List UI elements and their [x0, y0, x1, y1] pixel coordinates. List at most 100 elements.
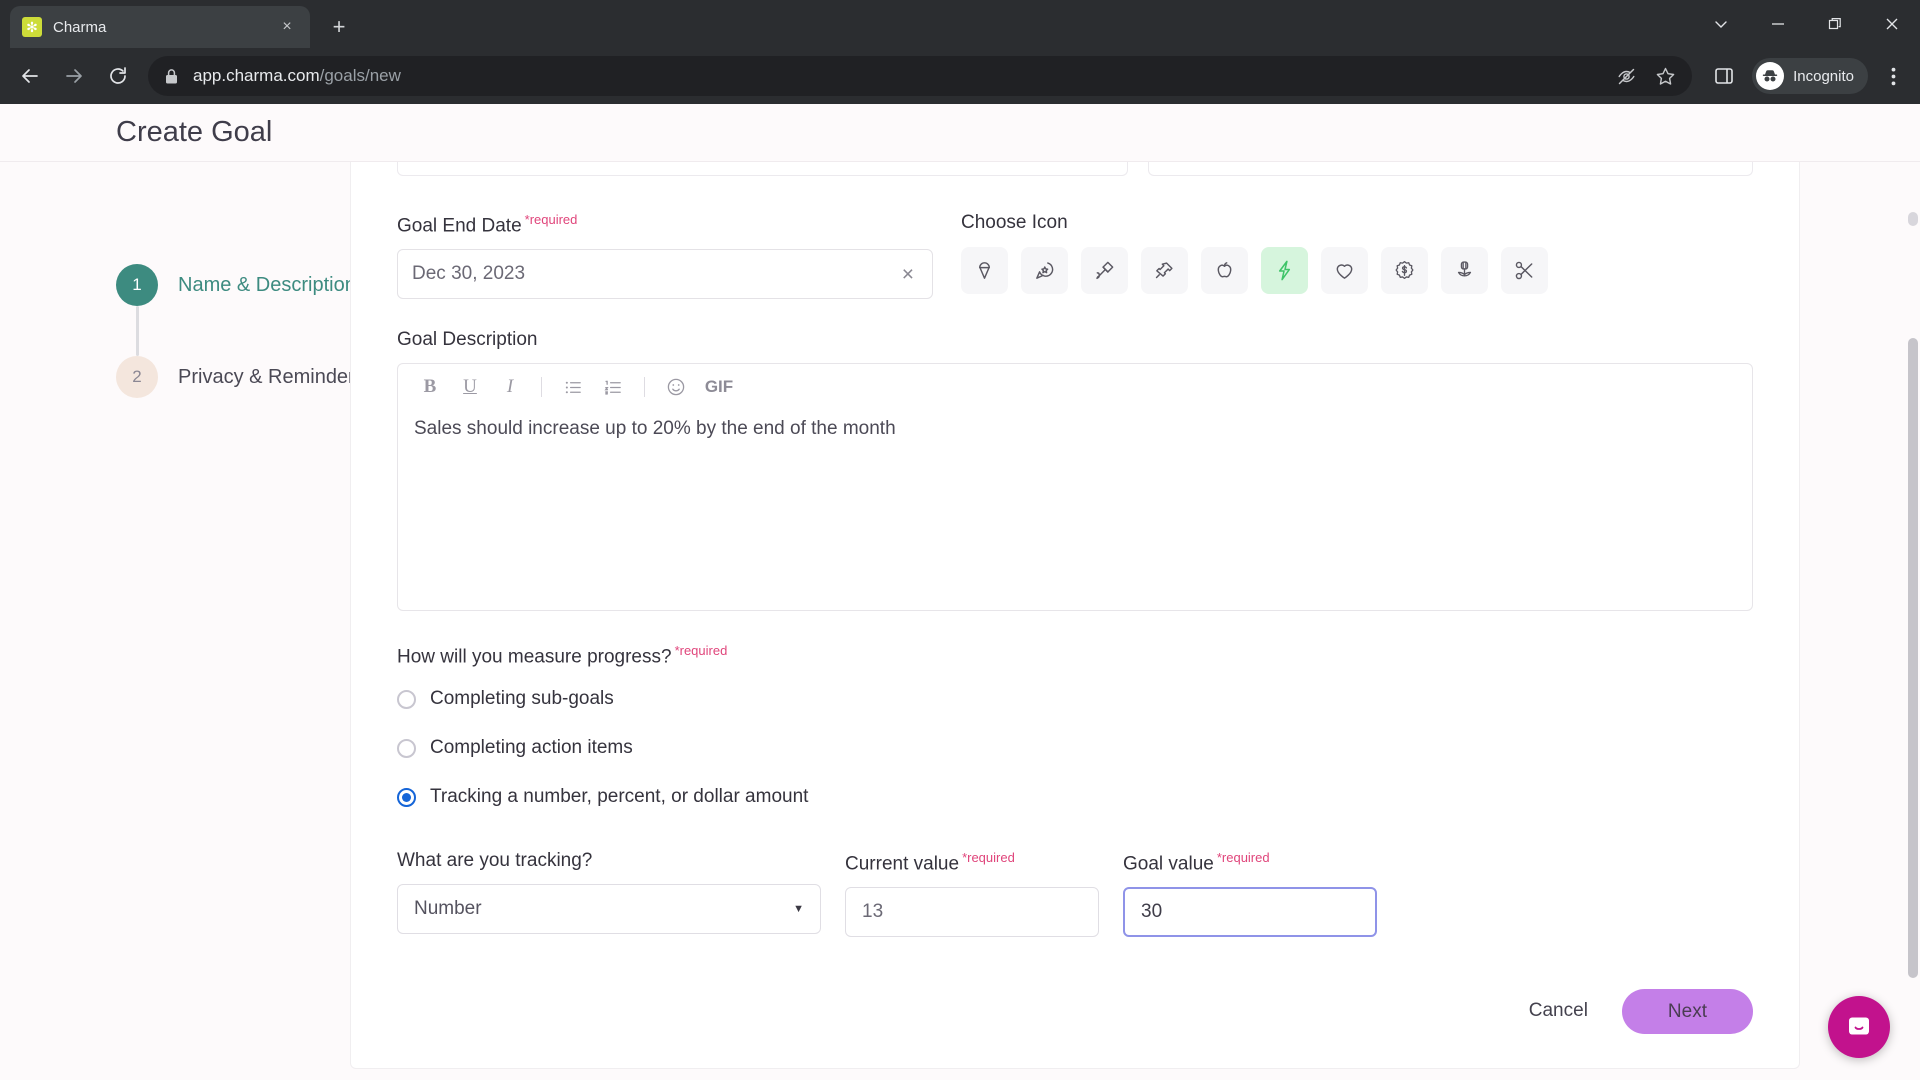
- wizard-stepper: 1 Name & Description 2 Privacy & Reminde…: [0, 162, 365, 1069]
- page-title: Create Goal: [116, 116, 273, 148]
- hammer-icon[interactable]: [1141, 247, 1188, 294]
- measure-progress-group: How will you measure progress? *required …: [397, 611, 1753, 821]
- tab-close-icon[interactable]: ×: [276, 16, 298, 38]
- browser-window: ✻ Charma × + app.charma.com/goals/new In…: [0, 0, 1920, 1080]
- goal-end-date-label: Goal End Date *required: [397, 212, 578, 237]
- italic-button[interactable]: I: [490, 370, 530, 404]
- radio-completing-action-items[interactable]: Completing action items: [397, 724, 1753, 773]
- goal-value-group: Goal value *required 30: [1123, 850, 1377, 937]
- maximize-restore-icon[interactable]: [1806, 0, 1863, 48]
- choose-icon-group: Choose Icon: [961, 212, 1753, 299]
- goal-end-date-input[interactable]: Dec 30, 2023 ×: [397, 249, 933, 300]
- numbered-list-icon[interactable]: [593, 370, 633, 404]
- tulip-flower-icon[interactable]: [1441, 247, 1488, 294]
- toolbar-divider-2: [644, 377, 645, 398]
- chevron-down-icon: ▼: [793, 902, 804, 915]
- dollar-badge-icon[interactable]: [1381, 247, 1428, 294]
- required-marker: *required: [674, 643, 728, 659]
- profile-label: Incognito: [1793, 67, 1854, 85]
- editor-toolbar: B U I GIF: [398, 364, 1752, 410]
- underline-button[interactable]: U: [450, 370, 490, 404]
- back-button[interactable]: [10, 56, 50, 96]
- comet-star-icon[interactable]: [1021, 247, 1068, 294]
- rich-text-editor[interactable]: B U I GIF Sales should increase up to 20…: [397, 363, 1753, 612]
- heart-icon[interactable]: [1321, 247, 1368, 294]
- goal-name-field-partial[interactable]: [397, 162, 1128, 176]
- gif-button[interactable]: GIF: [696, 370, 742, 404]
- sidebar-item-privacy-reminders[interactable]: 2 Privacy & Reminders: [116, 356, 365, 398]
- goal-end-date-value: Dec 30, 2023: [412, 263, 526, 285]
- reload-button[interactable]: [98, 56, 138, 96]
- radio-label: Completing sub-goals: [430, 688, 614, 710]
- vertical-scrollbar[interactable]: [1905, 208, 1920, 1080]
- url-path: /goals/new: [319, 66, 401, 85]
- charma-logo-icon: ✻: [22, 17, 42, 37]
- required-marker: *required: [524, 212, 578, 227]
- radio-indicator[interactable]: [397, 738, 416, 758]
- icon-picker: [961, 247, 1753, 294]
- current-value-input[interactable]: 13: [845, 886, 1099, 937]
- required-marker: *required: [962, 849, 1015, 865]
- kite-icon[interactable]: [1081, 247, 1128, 294]
- step-number-2: 2: [116, 356, 158, 398]
- bold-button[interactable]: B: [410, 370, 450, 404]
- toolbar-divider: [541, 377, 542, 398]
- scrolled-off-fields: [397, 162, 1753, 176]
- address-bar[interactable]: app.charma.com/goals/new: [148, 56, 1693, 96]
- star-outline-icon[interactable]: [1655, 66, 1676, 87]
- form-actions: Cancel Next: [397, 937, 1753, 1068]
- bullet-list-icon[interactable]: [553, 370, 593, 404]
- profile-incognito-button[interactable]: Incognito: [1752, 58, 1868, 94]
- lightning-bolt-icon[interactable]: [1261, 247, 1308, 294]
- window-controls: [1692, 0, 1920, 48]
- url-domain: app.charma.com: [193, 66, 320, 85]
- tracking-type-select[interactable]: Number ▼: [397, 883, 821, 934]
- page-body: 1 Name & Description 2 Privacy & Reminde…: [0, 162, 1920, 1069]
- scissors-icon[interactable]: [1501, 247, 1548, 294]
- step-label-2: Privacy & Reminders: [178, 365, 365, 388]
- next-button[interactable]: Next: [1621, 988, 1753, 1034]
- url-text: app.charma.com/goals/new: [193, 66, 401, 86]
- forward-button[interactable]: [54, 56, 94, 96]
- goal-value-input[interactable]: 30: [1123, 886, 1377, 937]
- tab-title: Charma: [53, 18, 107, 36]
- new-tab-button[interactable]: +: [322, 10, 356, 44]
- cancel-button[interactable]: Cancel: [1529, 1000, 1588, 1022]
- radio-label: Tracking a number, percent, or dollar am…: [430, 786, 809, 808]
- tracking-fields: What are you tracking? Number ▼ Current …: [397, 822, 1753, 937]
- lock-icon: [164, 68, 179, 85]
- close-window-icon[interactable]: [1863, 0, 1920, 48]
- scrollbar-thumb[interactable]: [1908, 338, 1918, 978]
- apple-icon[interactable]: [1201, 247, 1248, 294]
- radio-label: Completing action items: [430, 737, 633, 759]
- radio-completing-sub-goals[interactable]: Completing sub-goals: [397, 675, 1753, 724]
- measure-progress-label: How will you measure progress? *required: [397, 643, 728, 668]
- three-dot-menu-icon[interactable]: [1876, 56, 1910, 96]
- goal-owner-field-partial[interactable]: [1148, 162, 1753, 176]
- emoji-button[interactable]: [656, 370, 696, 404]
- goal-description-group: Goal Description B U I GIF Sales should …: [397, 299, 1753, 612]
- ice-cream-cone-icon[interactable]: [961, 247, 1008, 294]
- minimize-icon[interactable]: [1749, 0, 1806, 48]
- clear-date-icon[interactable]: ×: [898, 264, 918, 285]
- radio-indicator-selected[interactable]: [397, 787, 416, 807]
- tracking-type-group: What are you tracking? Number ▼: [397, 850, 821, 937]
- goal-description-text[interactable]: Sales should increase up to 20% by the e…: [398, 410, 1752, 448]
- third-party-cookie-blocked-icon[interactable]: [1616, 66, 1637, 87]
- browser-tab[interactable]: ✻ Charma ×: [10, 6, 310, 48]
- sidebar-item-name-description[interactable]: 1 Name & Description: [116, 264, 356, 306]
- radio-tracking-number[interactable]: Tracking a number, percent, or dollar am…: [397, 773, 1753, 822]
- incognito-avatar-icon: [1756, 62, 1785, 90]
- side-panel-icon[interactable]: [1704, 56, 1744, 96]
- tab-strip: ✻ Charma × +: [0, 0, 1920, 48]
- choose-icon-label: Choose Icon: [961, 212, 1068, 233]
- intercom-chat-launcher[interactable]: [1828, 996, 1890, 1058]
- tab-search-chevron-icon[interactable]: [1692, 0, 1749, 48]
- current-value-group: Current value *required 13: [845, 850, 1099, 937]
- measure-progress-radios: Completing sub-goals Completing action i…: [397, 675, 1753, 822]
- scrollbar-top-cap: [1908, 212, 1918, 226]
- page-header: Create Goal: [0, 104, 1920, 162]
- step-connector: [136, 306, 139, 356]
- radio-indicator[interactable]: [397, 689, 416, 709]
- page-content: Create Goal 1 Name & Description 2 Priva…: [0, 104, 1920, 1080]
